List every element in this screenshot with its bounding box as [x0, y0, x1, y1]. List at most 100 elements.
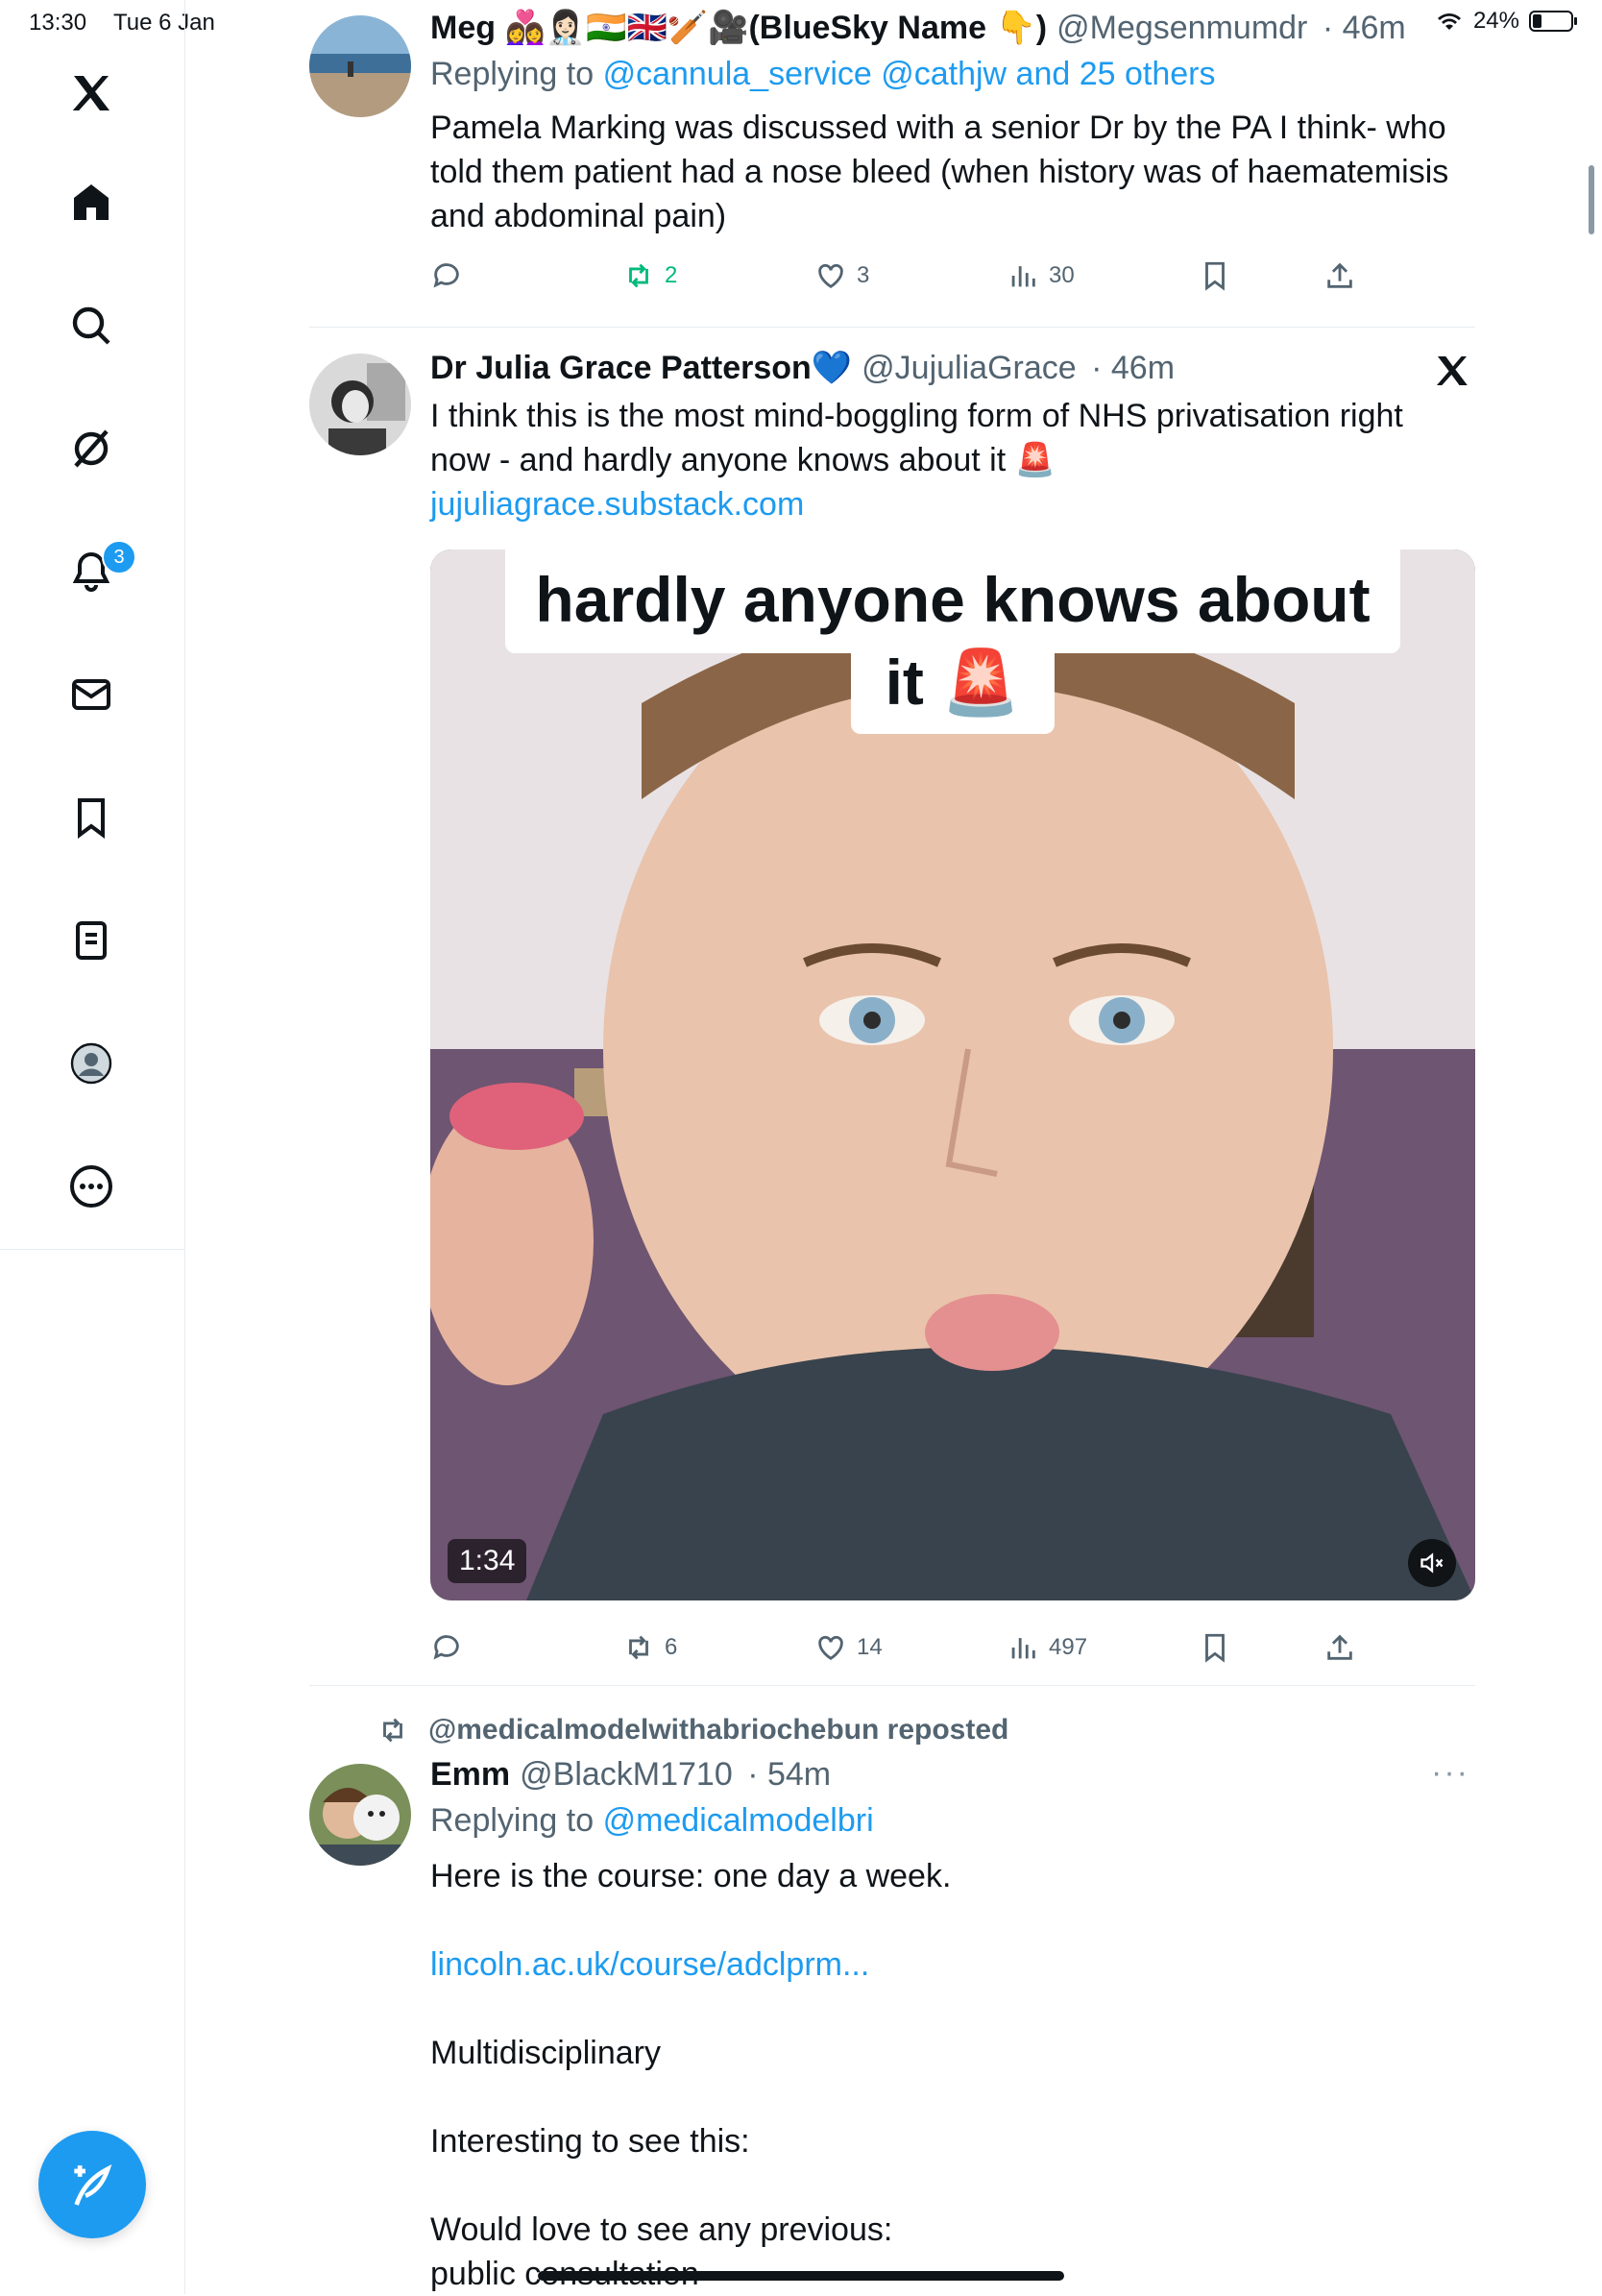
repost-button[interactable]: 2	[622, 259, 677, 292]
author-name[interactable]: Emm	[430, 1756, 510, 1793]
avatar[interactable]	[309, 15, 411, 117]
author-handle[interactable]: @JujuliaGrace	[862, 350, 1077, 386]
scroll-indicator[interactable]	[1589, 165, 1594, 234]
tweet-text: Pamela Marking was discussed with a seni…	[430, 106, 1475, 238]
mute-button[interactable]	[1408, 1539, 1456, 1587]
notification-badge: 3	[102, 540, 136, 574]
text-line: Here is the course: one day a week.	[430, 1858, 952, 1894]
compose-button[interactable]	[38, 2131, 146, 2238]
tweet-text: Here is the course: one day a week. linc…	[430, 1854, 1475, 2296]
tweet-divider	[309, 1685, 1475, 1686]
text-line: now - and hardly anyone knows about it 🚨	[430, 442, 1056, 478]
x-logo-icon[interactable]	[63, 65, 119, 121]
video-player[interactable]: hardly anyone knows about it 🚨 1:34	[430, 550, 1475, 1600]
battery-icon	[1529, 11, 1577, 32]
share-icon	[1327, 262, 1352, 288]
home-icon[interactable]	[63, 175, 119, 231]
tweet-header: Emm @BlackM1710 · 54m	[430, 1754, 1475, 1795]
tweet-time[interactable]: · 54m	[747, 1756, 831, 1793]
tweet-content: Dr Julia Grace Patterson💙 @JujuliaGrace ·…	[430, 348, 1475, 526]
author-handle[interactable]: @Megsenmumdr	[1056, 10, 1307, 46]
like-count: 14	[857, 1634, 883, 1660]
repost-icon	[629, 1635, 648, 1660]
reply-icon	[433, 263, 459, 288]
like-button[interactable]: 14	[814, 1631, 883, 1664]
grok-icon[interactable]	[63, 421, 119, 476]
battery-percent: 24%	[1472, 8, 1519, 34]
bookmark-icon	[1205, 261, 1225, 291]
sidebar: 3	[0, 0, 185, 2294]
reply-button[interactable]	[430, 259, 463, 292]
bookmark-button[interactable]	[1199, 1631, 1231, 1664]
tweet-content: Meg 👩‍❤️‍👩👩🏻‍⚕️🇮🇳🇬🇧🏏🎥(BlueSky Name 👇) @Me…	[430, 8, 1475, 238]
x-logo-icon[interactable]	[1433, 352, 1471, 390]
avatar[interactable]	[309, 354, 411, 455]
bookmark-button[interactable]	[1199, 259, 1231, 292]
lists-icon[interactable]	[63, 913, 119, 968]
tweet-text: I think this is the most mind-boggling f…	[430, 394, 1475, 526]
repost-icon	[383, 1718, 402, 1743]
like-button[interactable]: 3	[814, 259, 869, 292]
text-line: I think this is the most mind-boggling f…	[430, 398, 1403, 434]
text-line: Interesting to see this:	[430, 2123, 750, 2160]
reply-targets[interactable]: @medicalmodelbri	[603, 1802, 874, 1839]
video-caption-line1: hardly anyone knows about	[535, 564, 1371, 635]
reply-prefix: Replying to	[430, 1802, 595, 1839]
heart-icon	[818, 1635, 843, 1661]
views-button[interactable]: 30	[1007, 259, 1075, 292]
text-line: and abdominal pain)	[430, 198, 727, 234]
author-name[interactable]: Meg 👩‍❤️‍👩👩🏻‍⚕️🇮🇳🇬🇧🏏🎥(BlueSky Name 👇)	[430, 10, 1047, 46]
avatar[interactable]	[309, 1764, 411, 1866]
muted-speaker-icon	[1420, 1552, 1444, 1574]
reply-icon	[433, 1635, 459, 1660]
share-button[interactable]	[1323, 1631, 1356, 1664]
text-line: Would love to see any previous:	[430, 2211, 893, 2248]
tweet-header: Dr Julia Grace Patterson💙 @JujuliaGrace ·…	[430, 348, 1475, 388]
tweet-time[interactable]: · 46m	[1091, 350, 1175, 386]
home-indicator[interactable]	[538, 2271, 1064, 2281]
tweet-actions: 6 14 497	[430, 1631, 1371, 1677]
reply-context: Replying to @cannula_service @cathjw and…	[430, 52, 1475, 96]
tweet-link[interactable]: jujuliagrace.substack.com	[430, 482, 1475, 526]
compose-feather-icon	[74, 2164, 112, 2206]
bookmarks-icon[interactable]	[63, 790, 119, 845]
view-count: 30	[1049, 262, 1075, 288]
repost-icon	[629, 263, 648, 288]
share-icon	[1327, 1634, 1352, 1660]
more-icon[interactable]	[63, 1159, 119, 1214]
like-count: 3	[857, 262, 870, 288]
reply-button[interactable]	[430, 1631, 463, 1664]
bookmark-icon	[1205, 1633, 1225, 1663]
repost-label[interactable]: @medicalmodelwithabriochebun reposted	[428, 1714, 1008, 1746]
text-line: told them patient had a nose bleed (when…	[430, 154, 1449, 190]
battery-level	[1533, 14, 1541, 28]
share-button[interactable]	[1323, 259, 1356, 292]
author-name[interactable]: Dr Julia Grace Patterson💙	[430, 350, 852, 386]
author-handle[interactable]: @BlackM1710	[520, 1756, 733, 1793]
tweet-content: Emm @BlackM1710 · 54m Replying to @medica…	[430, 1754, 1475, 2296]
repost-count: 2	[665, 262, 678, 288]
views-button[interactable]: 497	[1007, 1631, 1087, 1664]
more-options-button[interactable]: ···	[1431, 1754, 1469, 1792]
search-icon[interactable]	[63, 298, 119, 354]
heart-icon	[818, 263, 843, 289]
sidebar-divider	[0, 1249, 184, 1250]
messages-icon[interactable]	[63, 667, 119, 722]
reply-context: Replying to @medicalmodelbri	[430, 1798, 1475, 1843]
video-duration: 1:34	[448, 1539, 527, 1583]
profile-icon[interactable]	[63, 1036, 119, 1091]
reply-targets[interactable]: @cannula_service @cathjw and 25 others	[603, 56, 1216, 92]
reply-prefix: Replying to	[430, 56, 595, 92]
repost-count: 6	[665, 1634, 678, 1660]
tweet-actions: 2 3 30	[430, 259, 1371, 305]
repost-button[interactable]: 6	[622, 1631, 677, 1664]
views-icon	[1011, 266, 1035, 287]
text-line: Pamela Marking was discussed with a seni…	[430, 110, 1446, 146]
course-link[interactable]: lincoln.ac.uk/course/adclprm...	[430, 1942, 1475, 1987]
text-line: Multidisciplinary	[430, 2035, 661, 2071]
tweet-time[interactable]: · 46m	[1323, 10, 1406, 46]
